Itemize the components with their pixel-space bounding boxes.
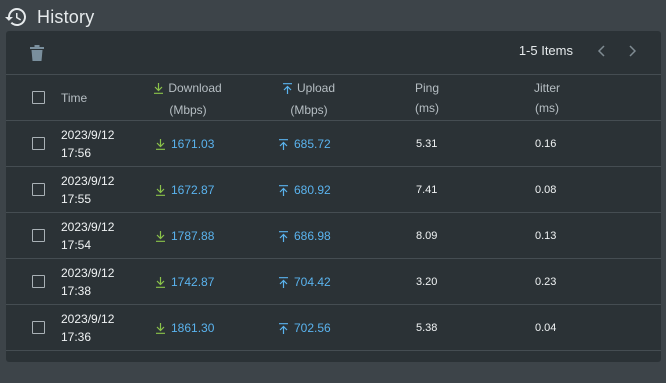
row-ping: 8.09 <box>416 230 438 242</box>
row-download: 1861.30 <box>156 321 214 335</box>
col-jitter: Jitter (ms) <box>530 78 564 118</box>
row-download: 1672.87 <box>156 183 214 197</box>
row-jitter: 0.23 <box>535 276 557 288</box>
col-upload: Upload (Mbps) <box>279 78 339 120</box>
col-download-label: Download <box>168 81 222 95</box>
row-upload: 702.56 <box>279 321 331 335</box>
col-jitter-unit: (ms) <box>535 101 559 115</box>
row-ping: 3.20 <box>416 276 438 288</box>
upload-arrow-icon <box>279 322 288 334</box>
row-jitter: 0.16 <box>535 138 557 150</box>
col-ping-unit: (ms) <box>415 101 439 115</box>
row-jitter: 0.08 <box>535 184 557 196</box>
col-ping-label: Ping <box>414 81 440 95</box>
items-count: 1-5 Items <box>518 43 573 58</box>
col-ping: Ping (ms) <box>412 78 442 118</box>
row-checkbox[interactable] <box>32 229 45 242</box>
row-download: 1671.03 <box>156 137 214 151</box>
row-upload: 686.98 <box>279 229 331 243</box>
row-checkbox[interactable] <box>32 183 45 196</box>
row-jitter: 0.13 <box>535 230 557 242</box>
upload-arrow-icon <box>279 276 288 288</box>
page-title: History <box>37 6 95 27</box>
divider <box>6 350 661 351</box>
table-row[interactable]: 2023/9/12 17:54 1787.88 686.98 8.09 0.13 <box>6 213 661 259</box>
table-row[interactable]: 2023/9/12 17:55 1672.87 680.92 7.41 0.08 <box>6 167 661 213</box>
table-row[interactable]: 2023/9/12 17:36 1861.30 702.56 5.38 0.04 <box>6 305 661 351</box>
download-arrow-icon <box>154 82 164 94</box>
upload-arrow-icon <box>282 82 292 94</box>
row-ping: 7.41 <box>416 184 438 196</box>
row-ping: 5.31 <box>416 138 438 150</box>
row-upload: 685.72 <box>279 137 331 151</box>
row-checkbox[interactable] <box>32 321 45 334</box>
row-datetime: 2023/9/12 17:55 <box>61 174 115 206</box>
row-datetime: 2023/9/12 17:36 <box>61 312 115 344</box>
row-ping: 5.38 <box>416 322 438 334</box>
download-arrow-icon <box>156 276 165 288</box>
row-jitter: 0.04 <box>535 322 557 334</box>
table-row[interactable]: 2023/9/12 17:38 1742.87 704.42 3.20 0.23 <box>6 259 661 305</box>
row-datetime: 2023/9/12 17:56 <box>61 128 115 160</box>
col-jitter-label: Jitter <box>533 81 560 95</box>
history-icon <box>4 5 28 29</box>
page-header: History <box>4 4 94 30</box>
row-download: 1787.88 <box>156 229 214 243</box>
row-datetime: 2023/9/12 17:38 <box>61 266 115 298</box>
col-download-unit: (Mbps) <box>169 102 207 117</box>
history-panel: 1-5 Items Time Download (Mbps) Upload (M… <box>6 31 661 362</box>
col-download: Download (Mbps) <box>152 78 224 120</box>
row-checkbox[interactable] <box>32 275 45 288</box>
col-upload-label: Upload <box>296 81 336 95</box>
table-row[interactable]: 2023/9/12 17:56 1671.03 685.72 5.31 0.16 <box>6 121 661 167</box>
row-upload: 704.42 <box>279 275 331 289</box>
chevron-right-icon[interactable] <box>625 44 639 58</box>
pagination: 1-5 Items <box>519 43 639 58</box>
select-all-checkbox[interactable] <box>32 91 45 104</box>
row-datetime: 2023/9/12 17:54 <box>61 220 115 252</box>
row-download: 1742.87 <box>156 275 214 289</box>
upload-arrow-icon <box>279 230 288 242</box>
upload-arrow-icon <box>279 184 288 196</box>
table-header: Time Download (Mbps) Upload (Mbps) Ping … <box>6 75 661 120</box>
chevron-left-icon[interactable] <box>595 44 609 58</box>
download-arrow-icon <box>156 230 165 242</box>
download-arrow-icon <box>156 138 165 150</box>
col-upload-unit: (Mbps) <box>290 102 328 117</box>
row-checkbox[interactable] <box>32 137 45 150</box>
download-arrow-icon <box>156 184 165 196</box>
table-toolbar: 1-5 Items <box>6 31 661 74</box>
row-upload: 680.92 <box>279 183 331 197</box>
upload-arrow-icon <box>279 138 288 150</box>
trash-icon[interactable] <box>30 45 44 61</box>
download-arrow-icon <box>156 322 165 334</box>
col-time: Time <box>61 91 88 105</box>
